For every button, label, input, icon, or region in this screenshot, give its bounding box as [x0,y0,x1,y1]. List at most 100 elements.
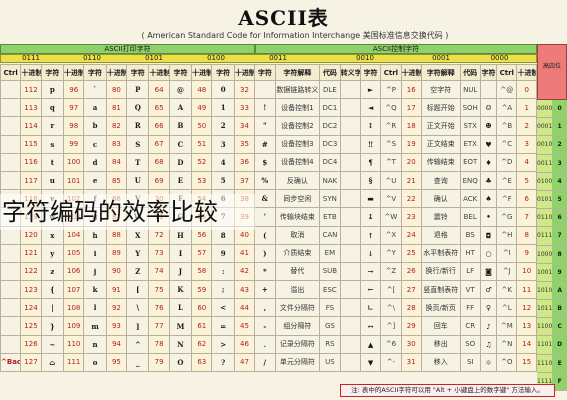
table-cell: 75 [148,280,170,300]
table-cell: ~ [40,334,65,354]
table-cell: BS [459,225,481,245]
table-cell: ↑ [359,225,382,245]
table-cell: ^I [496,243,518,263]
table-cell: B [168,116,193,136]
table-cell: 设备控制4 [274,152,321,172]
table-cell [0,79,22,100]
table-cell: ◄ [359,98,382,118]
low-bits-hex: D [552,336,567,354]
table-row: 114 r 98 b 82 R 66 B 50 2 34 " 设备控制2 DC2 ↕ ^R 18 正文开始 STX ☻… [0,116,537,136]
table-cell: m [83,316,107,336]
table-cell: 73 [148,243,170,263]
table-cell: 83 [105,134,128,154]
low-bits-hex: B [552,300,567,318]
table-cell: K [168,280,193,300]
table-cell: ^B [496,116,518,136]
table-cell: ' [254,207,276,227]
table-cell: ^L [496,298,518,318]
low-bits-label: 1000 8 [537,245,567,264]
table-cell: 正文结束 [420,134,461,154]
table-cell: C [168,134,193,154]
table-row: 113 q 97 a 81 Q 65 A 49 1 33! 设备控制1 DC1 ◄ ^Q 17 标题开始 SOH ☺… [0,98,537,118]
table-cell: 84 [105,152,128,172]
table-cell: ACK [459,189,481,209]
table-cell: t [40,152,65,172]
table-cell: FS [319,298,341,318]
table-cell: I [168,243,193,263]
column-header: 字符 [479,64,498,81]
table-cell: 7 [516,207,537,227]
table-cell: ^D [496,152,518,172]
table-cell: NAK [319,170,341,191]
table-row: 126 ~110 n 94 ^ 78 N 62 >46. 记录分隔符 RS ▲ ^6 30 移出 SO ♫ ^N 1… [0,334,537,354]
column-header: 代码 [319,64,341,81]
low-bits-label: 1001 9 [537,263,567,282]
table-cell: $ [254,152,276,172]
table-cell: l [83,298,107,318]
table-cell: 58 [191,261,213,282]
table-cell: * [254,261,276,282]
table-cell: 确认 [420,189,461,209]
table-cell: s [40,134,65,154]
table-cell: 设备控制1 [274,98,321,118]
table-cell: r [40,116,65,136]
table-cell: 76 [148,298,170,318]
table-cell: ^J [496,261,518,282]
table-cell: DC3 [319,134,341,154]
table-cell: L [168,298,193,318]
table-cell: 63 [191,352,213,373]
table-cell: 11 [516,280,537,300]
table-cell: ^6 [380,334,402,354]
high-bits-label: 0010 [356,54,374,62]
low-bits-hex: 4 [552,172,567,190]
table-cell: 61 [191,316,213,336]
table-cell: 5 [211,170,235,191]
table-cell: 107 [63,280,85,300]
low-bits-label: 1100 C [537,318,567,337]
table-cell: ☼ [479,352,498,373]
table-cell: ^] [380,316,402,336]
table-cell: 37 [233,170,256,191]
table-cell [254,79,276,100]
table-cell: 6 [516,189,537,209]
table-row: 112 p 96 ` 80 P 64 @48 0 32 数据链路转义 DLE ► ^P 16 空字符 NUL ^@… [0,79,537,100]
table-cell: 80 [105,79,128,100]
column-header: 转义字符 [339,64,361,81]
table-cell: ^V [380,189,402,209]
printable-header: ASCII打印字符 [0,44,255,54]
table-cell [339,152,361,172]
table-cell: 30 [400,334,422,354]
corner-header: 高四位 [537,44,567,100]
table-cell: ← [359,280,382,300]
table-cell: 74 [148,261,170,282]
column-header: 字符 [83,64,107,81]
table-cell: 26 [400,261,422,282]
table-cell: o [83,352,107,373]
table-cell: 反确认 [274,170,321,191]
table-cell: DC4 [319,152,341,172]
table-cell: N [168,334,193,354]
table-cell: 1 [516,98,537,118]
table-cell: ♀ [479,298,498,318]
table-cell: 121 [20,243,42,263]
column-header: 十进制 [191,64,213,81]
table-cell: - [254,316,276,336]
table-cell: ESC [319,280,341,300]
low-bits-binary: 1001 [537,263,553,281]
table-cell: + [254,280,276,300]
table-cell: 24 [400,225,422,245]
table-cell: ↕ [359,116,382,136]
table-cell: RS [319,334,341,354]
table-cell: 60 [191,298,213,318]
table-cell: DC1 [319,98,341,118]
table-cell: 45 [233,316,256,336]
table-cell: 78 [148,334,170,354]
table-cell: 114 [20,116,42,136]
table-cell: 127 [20,352,42,373]
table-cell: ↓ [359,243,382,263]
high-bits-label: 0011 [269,54,287,62]
table-cell: T [126,152,150,172]
table-cell: | [40,298,65,318]
table-cell: = [211,316,235,336]
table-cell: , [254,298,276,318]
